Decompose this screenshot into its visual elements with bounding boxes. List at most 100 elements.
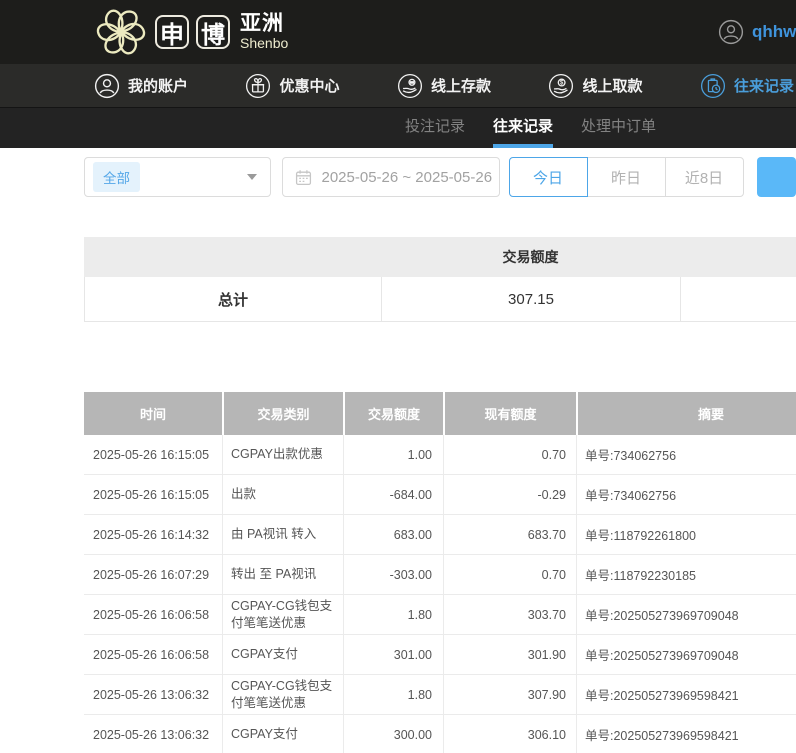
cell-balance: 303.70 (443, 595, 576, 634)
logo-char-shen: 申 (155, 15, 189, 49)
tab-betting-records[interactable]: 投注记录 (405, 108, 465, 148)
cell-type: CGPAY-CG钱包支付笔笔送优惠 (222, 675, 343, 714)
summary-total-label: 总计 (84, 277, 381, 321)
date-range-input[interactable]: 2025-05-26 ~ 2025-05-26 (282, 157, 499, 197)
summary-table: 交易额度 总计 307.15 (84, 237, 796, 322)
nav-label: 线上取款 (582, 75, 642, 96)
table-row: 2025-05-26 16:07:29 转出 至 PA视讯 -303.00 0.… (84, 555, 796, 595)
cell-amount: -303.00 (343, 555, 443, 594)
column-header-amount: 交易额度 (343, 392, 443, 435)
filter-bar: 全部 2025-05-26 ~ 2025-05-26 今日 昨日 近8日 (84, 157, 796, 197)
nav-label: 线上存款 (431, 75, 491, 96)
table-row: 2025-05-26 16:06:58 CGPAY-CG钱包支付笔笔送优惠 1.… (84, 595, 796, 635)
column-header-time: 时间 (84, 392, 222, 435)
cell-amount: 1.80 (343, 675, 443, 714)
top-header: 申 博 亚洲 Shenbo qhhw (0, 0, 796, 64)
cell-balance: 0.70 (443, 555, 576, 594)
selected-type-chip: 全部 (93, 162, 140, 192)
column-header-type: 交易类别 (222, 392, 343, 435)
summary-total-value: 307.15 (381, 277, 680, 321)
records-icon (700, 73, 726, 99)
last-8-days-button[interactable]: 近8日 (665, 157, 744, 197)
logo-latin-text: Shenbo (240, 36, 288, 52)
cell-summary: 单号:202505273969598421 (576, 675, 796, 714)
table-row: 2025-05-26 13:06:32 CGPAY-CG钱包支付笔笔送优惠 1.… (84, 675, 796, 715)
transactions-table: 时间 交易类别 交易额度 现有额度 摘要 2025-05-26 16:15:05… (84, 392, 796, 753)
cell-summary: 单号:202505273969598421 (576, 715, 796, 753)
today-button[interactable]: 今日 (509, 157, 588, 197)
tab-transaction-records[interactable]: 往来记录 (493, 108, 553, 148)
yesterday-button[interactable]: 昨日 (587, 157, 666, 197)
cell-balance: 307.90 (443, 675, 576, 714)
table-row: 2025-05-26 16:14:32 由 PA视讯 转入 683.00 683… (84, 515, 796, 555)
logo-char-bo: 博 (196, 15, 230, 49)
page: 申 博 亚洲 Shenbo qhhw 我的账户 (0, 0, 796, 753)
cell-summary: 单号:202505273969709048 (576, 595, 796, 634)
tab-pending-orders[interactable]: 处理中订单 (581, 108, 656, 148)
cell-amount: 300.00 (343, 715, 443, 753)
nav-item-my-account[interactable]: 我的账户 (94, 73, 188, 99)
cell-balance: 301.90 (443, 635, 576, 674)
cell-summary: 单号:202505273969709048 (576, 635, 796, 674)
summary-header-label: 交易额度 (381, 237, 680, 277)
table-row: 2025-05-26 16:15:05 CGPAY出款优惠 1.00 0.70 … (84, 435, 796, 475)
cell-type: CGPAY支付 (222, 635, 343, 674)
nav-item-promotions[interactable]: 优惠中心 (245, 73, 339, 99)
brand-logo: 申 博 亚洲 Shenbo (94, 0, 288, 64)
date-range-text: 2025-05-26 ~ 2025-05-26 (321, 169, 492, 186)
nav-label: 我的账户 (128, 75, 188, 96)
cell-balance: 0.70 (443, 435, 576, 474)
cell-amount: 1.80 (343, 595, 443, 634)
column-header-summary: 摘要 (576, 392, 796, 435)
table-row: 2025-05-26 16:06:58 CGPAY支付 301.00 301.9… (84, 635, 796, 675)
main-navigation: 我的账户 优惠中心 线上存款 $ (0, 64, 796, 108)
cell-time: 2025-05-26 16:07:29 (84, 555, 222, 594)
cell-time: 2025-05-26 16:15:05 (84, 475, 222, 514)
search-button[interactable] (757, 157, 796, 197)
gift-icon (245, 73, 271, 99)
cell-balance: -0.29 (443, 475, 576, 514)
cell-balance: 683.70 (443, 515, 576, 554)
cell-type: 出款 (222, 475, 343, 514)
nav-item-withdraw[interactable]: $ 线上取款 (548, 73, 642, 99)
cell-amount: 1.00 (343, 435, 443, 474)
avatar-icon (718, 19, 744, 45)
cell-summary: 单号:118792230185 (576, 555, 796, 594)
nav-label: 往来记录 (734, 75, 794, 96)
cell-type: 由 PA视讯 转入 (222, 515, 343, 554)
nav-label: 优惠中心 (279, 75, 339, 96)
table-row: 2025-05-26 13:06:32 CGPAY支付 300.00 306.1… (84, 715, 796, 753)
column-header-balance: 现有额度 (443, 392, 576, 435)
account-area[interactable]: qhhw (718, 0, 796, 64)
user-icon (94, 73, 120, 99)
deposit-icon (397, 73, 423, 99)
nav-item-deposit[interactable]: 线上存款 (397, 73, 491, 99)
cell-type: 转出 至 PA视讯 (222, 555, 343, 594)
summary-total-row: 总计 307.15 (84, 277, 796, 322)
nav-item-transaction-records[interactable]: 往来记录 (700, 73, 794, 99)
cell-time: 2025-05-26 13:06:32 (84, 715, 222, 753)
cell-time: 2025-05-26 16:06:58 (84, 595, 222, 634)
cell-amount: 301.00 (343, 635, 443, 674)
cell-balance: 306.10 (443, 715, 576, 753)
cell-time: 2025-05-26 16:06:58 (84, 635, 222, 674)
chevron-down-icon (247, 174, 257, 180)
cell-type: CGPAY出款优惠 (222, 435, 343, 474)
calendar-icon (295, 169, 312, 186)
cell-summary: 单号:734062756 (576, 475, 796, 514)
cell-type: CGPAY-CG钱包支付笔笔送优惠 (222, 595, 343, 634)
type-dropdown[interactable]: 全部 (84, 157, 271, 197)
summary-header-row: 交易额度 (84, 237, 796, 277)
table-header-row: 时间 交易类别 交易额度 现有额度 摘要 (84, 392, 796, 435)
record-tabs: 投注记录 往来记录 处理中订单 (0, 108, 796, 148)
flower-logo-icon (94, 5, 148, 59)
quick-date-buttons: 今日 昨日 近8日 (509, 157, 744, 197)
table-row: 2025-05-26 16:15:05 出款 -684.00 -0.29 单号:… (84, 475, 796, 515)
cell-summary: 单号:118792261800 (576, 515, 796, 554)
cell-time: 2025-05-26 13:06:32 (84, 675, 222, 714)
cell-type: CGPAY支付 (222, 715, 343, 753)
username-text[interactable]: qhhw (752, 22, 796, 42)
summary-empty-cell (680, 277, 796, 321)
logo-region-text: 亚洲 (240, 12, 288, 36)
cell-amount: 683.00 (343, 515, 443, 554)
